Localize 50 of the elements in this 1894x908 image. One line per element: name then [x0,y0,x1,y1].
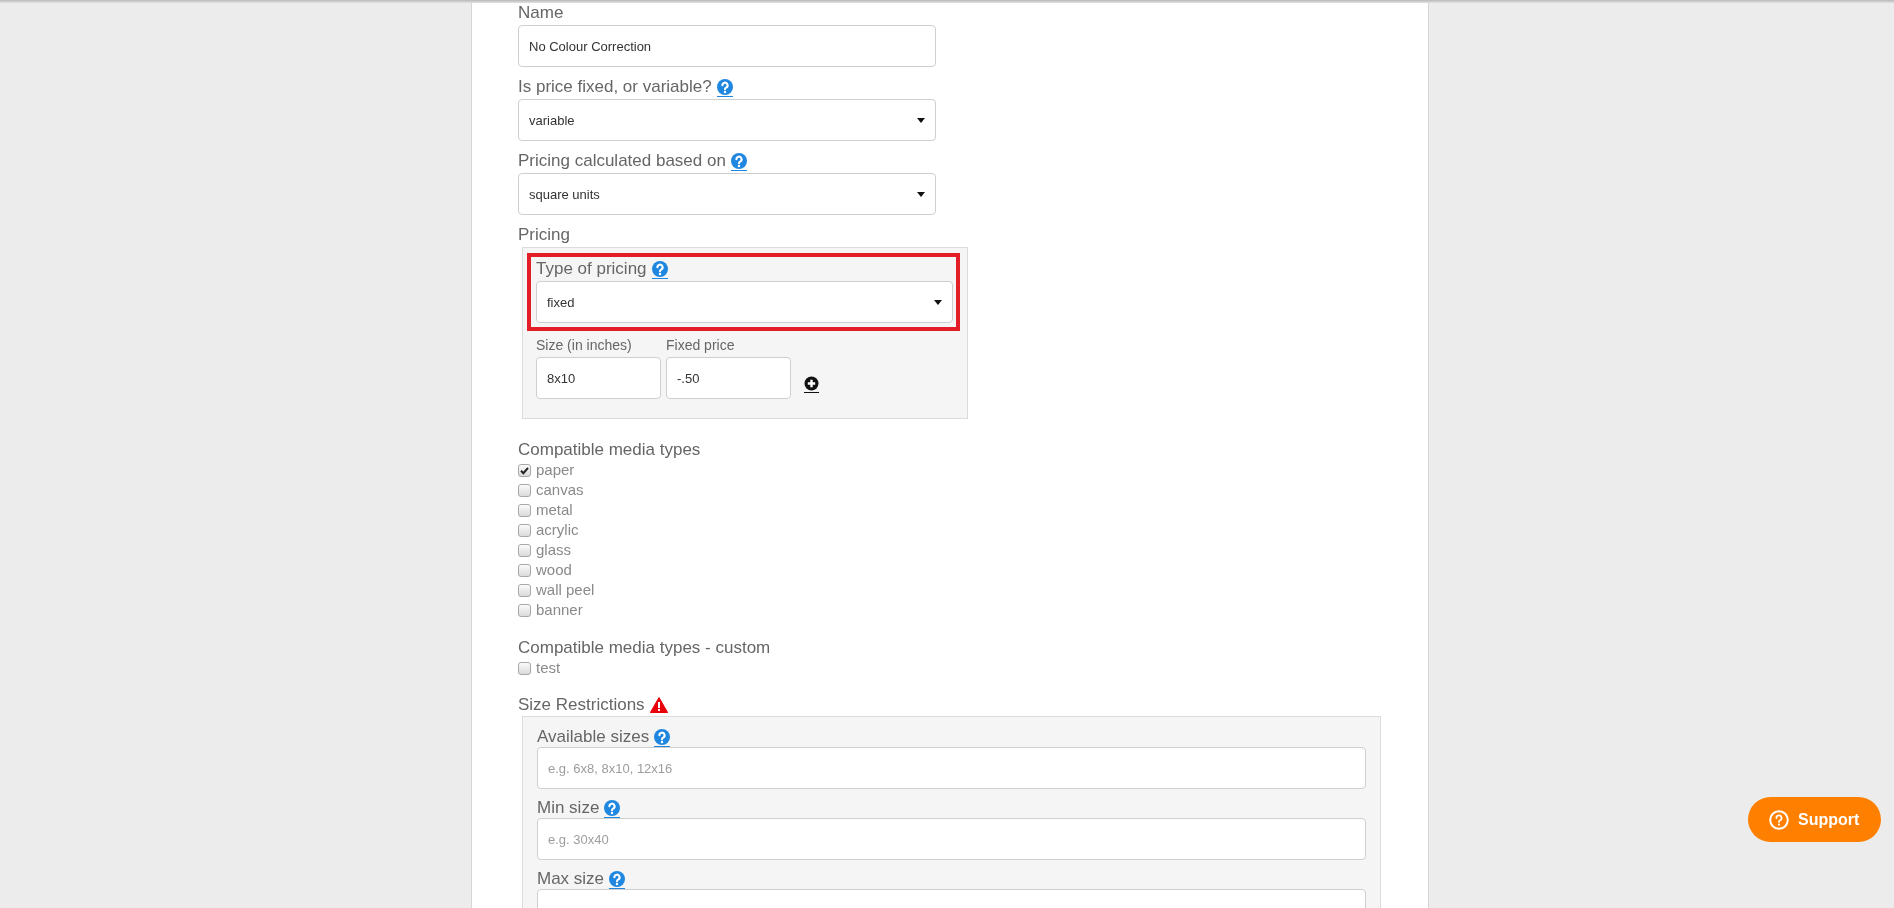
field-label: Compatible media types - custom [518,638,771,658]
checkbox[interactable] [518,483,531,497]
checkbox-label: wood [536,560,572,580]
checkbox[interactable] [518,661,531,675]
checkbox-label: banner [536,600,583,620]
help-icon[interactable] [609,871,626,889]
field-label: Pricing calculated based on [518,151,726,171]
field-label: Is price fixed, or variable? [518,77,712,97]
checkbox-label: paper [536,460,575,480]
checkbox-label: acrylic [536,520,579,540]
help-icon[interactable] [651,261,668,279]
checkbox[interactable] [518,543,531,557]
checkbox[interactable] [518,603,531,617]
field-label: Max size [537,869,605,889]
checkbox-label: metal [536,500,573,520]
field-label: Pricing [518,225,570,245]
checkbox-label: canvas [536,480,584,500]
help-icon[interactable] [730,153,747,171]
text-field[interactable]: No Colour Correction [518,25,936,67]
field-label: Size Restrictions [518,695,645,715]
field-label: Compatible media types [518,440,701,460]
caret-icon [934,299,942,305]
field-label: Available sizes [537,727,650,747]
checkbox[interactable] [518,563,531,577]
help-icon[interactable] [654,729,671,747]
checkbox-label: wall peel [536,580,595,600]
field-label: Size (in inches) [536,337,632,353]
field-label: Fixed price [666,337,735,353]
text-field[interactable]: -.50 [666,357,791,399]
field-label: Name [518,3,564,23]
text-field[interactable]: 8x10 [536,357,661,399]
help-icon [1769,809,1789,830]
help-icon[interactable] [604,800,621,818]
dropdown[interactable]: fixed [536,281,953,323]
field-label: Min size [537,798,600,818]
checkbox[interactable] [518,503,531,517]
checkbox-label: glass [536,540,572,560]
checkbox-label: test [536,658,561,678]
dropdown[interactable]: square units [518,173,936,215]
checkbox[interactable] [518,523,531,537]
checkbox[interactable] [518,463,531,477]
text-field[interactable]: e.g. 30x40 [537,818,1366,860]
text-field[interactable]: e.g. 6x8, 8x10, 12x16 [537,747,1366,789]
caret-icon [917,191,925,197]
dropdown[interactable]: variable [518,99,936,141]
help-icon[interactable] [716,79,733,97]
field-label: Type of pricing [536,259,647,279]
plus-icon[interactable] [803,376,820,393]
caret-icon [917,117,925,123]
checkbox[interactable] [518,583,531,597]
